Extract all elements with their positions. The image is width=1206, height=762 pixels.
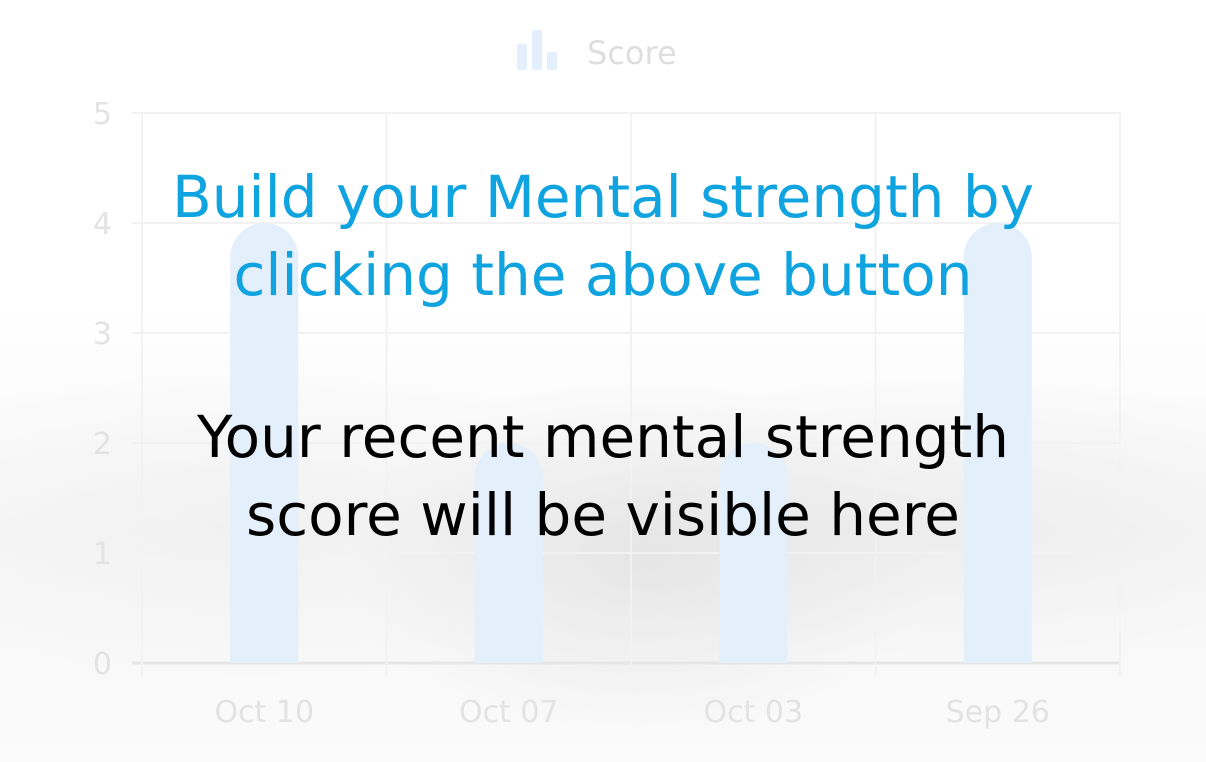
info-line-1: Your recent mental strength xyxy=(196,403,1010,471)
x-tick-label: Oct 03 xyxy=(703,695,803,730)
info-line-2: score will be visible here xyxy=(246,481,960,549)
x-tick-label: Oct 10 xyxy=(214,695,314,730)
score-bar-chart: 012345 Oct 10 Oct 07 Oct 03 Sep 26 Score xyxy=(93,30,1121,730)
y-tick-label: 0 xyxy=(93,647,112,682)
bar-chart-icon xyxy=(517,30,557,70)
x-axis-ticks: Oct 10 Oct 07 Oct 03 Sep 26 xyxy=(214,695,1049,730)
x-tick-label: Sep 26 xyxy=(946,695,1050,730)
x-tick-label: Oct 07 xyxy=(459,695,559,730)
legend-label: Score xyxy=(587,34,677,72)
y-tick-label: 3 xyxy=(93,317,112,352)
y-tick-label: 5 xyxy=(93,97,112,132)
cta-message: Build your Mental strength by clicking t… xyxy=(0,158,1206,314)
legend: Score xyxy=(517,30,677,72)
score-chart-card: 012345 Oct 10 Oct 07 Oct 03 Sep 26 Score Bu… xyxy=(0,0,1206,762)
empty-state-message: Your recent mental strength score will b… xyxy=(0,398,1206,554)
cta-line-1: Build your Mental strength by xyxy=(171,163,1035,231)
cta-line-2: clicking the above button xyxy=(233,241,973,309)
